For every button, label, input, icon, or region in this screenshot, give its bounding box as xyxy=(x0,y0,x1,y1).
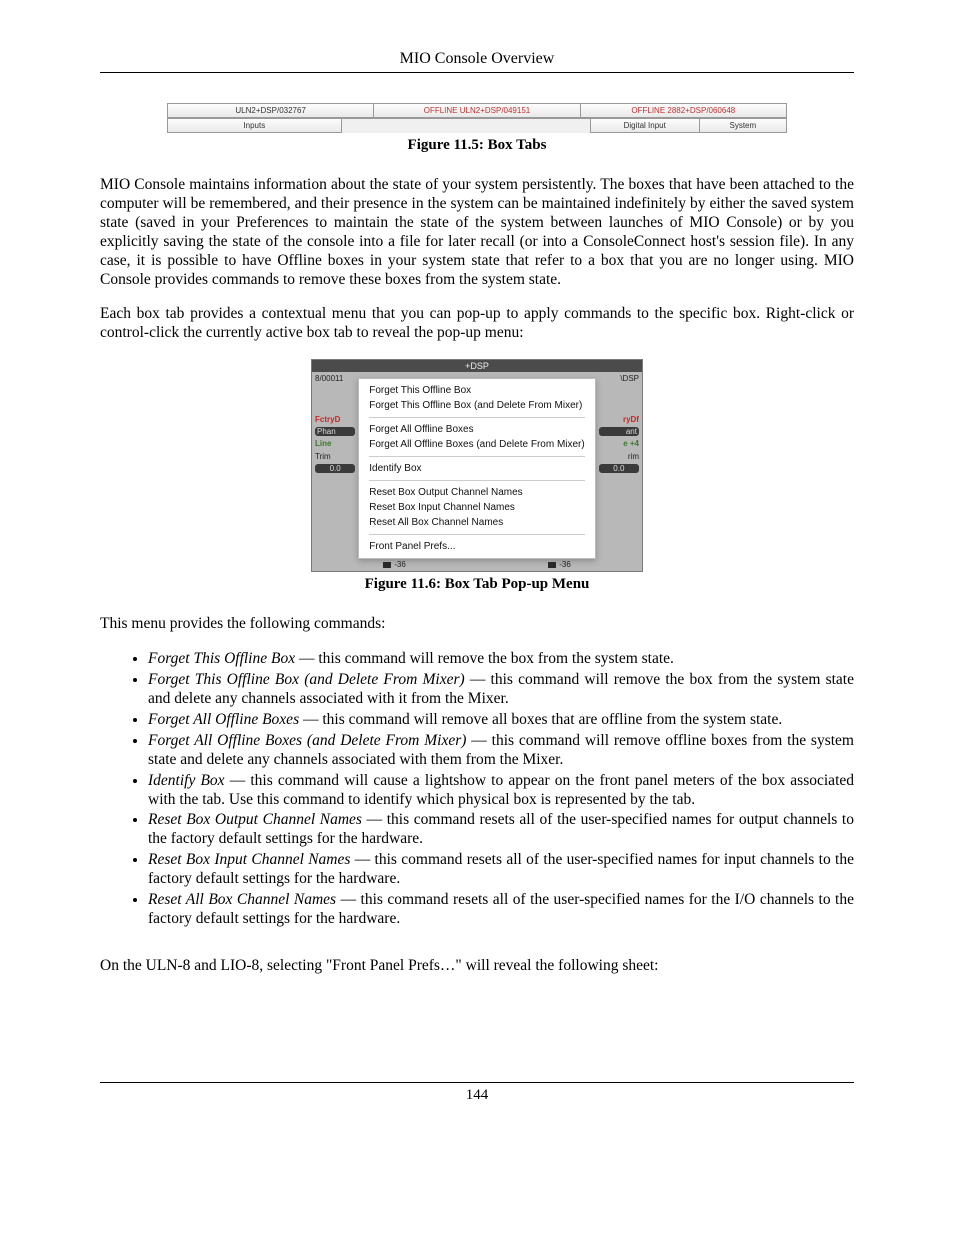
stub-dark: ant xyxy=(599,427,639,436)
paragraph: This menu provides the following command… xyxy=(100,615,854,634)
popup-window-title: +DSP xyxy=(312,360,642,372)
stub-red: ryDf xyxy=(596,413,642,426)
menu-item-forget-this-delete[interactable]: Forget This Offline Box (and Delete From… xyxy=(369,398,584,413)
popup-body: 8/00011 FctryD Phan Line Trim 0.0 Forget… xyxy=(312,372,642,559)
command-name: Forget All Offline Boxes (and Delete Fro… xyxy=(148,732,466,749)
command-desc: — this command will cause a lightshow to… xyxy=(148,772,854,808)
command-name: Forget All Offline Boxes xyxy=(148,711,299,728)
command-name: Identify Box xyxy=(148,772,225,789)
menu-separator xyxy=(369,534,584,535)
command-desc: — this command will remove all boxes tha… xyxy=(299,711,782,728)
menu-separator xyxy=(369,417,584,418)
list-item: Reset Box Input Channel Names — this com… xyxy=(148,851,854,889)
box-subtab[interactable]: System xyxy=(699,119,786,133)
command-name: Reset Box Output Channel Names xyxy=(148,811,362,828)
paragraph: MIO Console maintains information about … xyxy=(100,176,854,289)
menu-separator xyxy=(369,456,584,457)
list-item: Identify Box — this command will cause a… xyxy=(148,772,854,810)
menu-item-identify[interactable]: Identify Box xyxy=(369,461,584,476)
stub-dark: Phan xyxy=(315,427,355,436)
box-tab[interactable]: OFFLINE 2882+DSP/060648 xyxy=(580,104,786,118)
popup-bottom-right: -36 xyxy=(548,559,571,571)
stub-green: Line xyxy=(312,437,358,450)
command-list: Forget This Offline Box — this command w… xyxy=(100,650,854,929)
list-item: Reset All Box Channel Names — this comma… xyxy=(148,891,854,929)
command-name: Reset Box Input Channel Names xyxy=(148,851,350,868)
header-rule xyxy=(100,72,854,73)
list-item: Reset Box Output Channel Names — this co… xyxy=(148,811,854,849)
paragraph: Each box tab provides a contextual menu … xyxy=(100,305,854,343)
list-item: Forget All Offline Boxes (and Delete Fro… xyxy=(148,732,854,770)
figure-11-5: ULN2+DSP/032767 OFFLINE ULN2+DSP/049151 … xyxy=(167,103,787,133)
menu-item-reset-output[interactable]: Reset Box Output Channel Names xyxy=(369,485,584,500)
page-number: 144 xyxy=(100,1087,854,1104)
popup-bottom-left: -36 xyxy=(383,559,406,571)
list-item: Forget This Offline Box — this command w… xyxy=(148,650,854,669)
stub-green: e +4 xyxy=(596,437,642,450)
figure-11-5-caption: Figure 11.5: Box Tabs xyxy=(100,137,854,154)
context-menu: Forget This Offline Box Forget This Offl… xyxy=(358,378,595,559)
footer-rule xyxy=(100,1082,854,1083)
command-desc: — this command will remove the box from … xyxy=(295,650,674,667)
box-tab[interactable]: OFFLINE ULN2+DSP/049151 xyxy=(373,104,579,118)
popup-bottom: -36 -36 xyxy=(312,559,642,571)
box-tabs-row-2: Inputs Digital Input System xyxy=(167,118,787,133)
list-item: Forget All Offline Boxes — this command … xyxy=(148,711,854,730)
menu-item-forget-this[interactable]: Forget This Offline Box xyxy=(369,383,584,398)
popup-right-stubs: \DSP ryDf ant e +4 rim 0.0 xyxy=(596,372,642,559)
stub-id: 8/00011 xyxy=(312,372,358,385)
stub-val: 0.0 xyxy=(315,464,355,473)
menu-item-forget-all[interactable]: Forget All Offline Boxes xyxy=(369,422,584,437)
page: MIO Console Overview ULN2+DSP/032767 OFF… xyxy=(0,0,954,1134)
stub-dsp: \DSP xyxy=(596,372,642,385)
stub-val: 0.0 xyxy=(599,464,639,473)
stub-red: FctryD xyxy=(312,413,358,426)
paragraph: On the ULN-8 and LIO-8, selecting "Front… xyxy=(100,957,854,976)
figure-11-6: +DSP 8/00011 FctryD Phan Line Trim 0.0 F… xyxy=(311,359,643,572)
box-tab[interactable]: ULN2+DSP/032767 xyxy=(167,104,373,118)
box-subtab-spacer xyxy=(341,119,590,133)
list-item: Forget This Offline Box (and Delete From… xyxy=(148,671,854,709)
stub-trim: rim xyxy=(596,450,642,463)
box-subtab[interactable]: Digital Input xyxy=(590,119,699,133)
running-head: MIO Console Overview xyxy=(100,50,854,68)
popup-left-stubs: 8/00011 FctryD Phan Line Trim 0.0 xyxy=(312,372,358,559)
command-name: Forget This Offline Box (and Delete From… xyxy=(148,671,465,688)
menu-item-front-panel-prefs[interactable]: Front Panel Prefs... xyxy=(369,539,584,554)
figure-11-6-caption: Figure 11.6: Box Tab Pop-up Menu xyxy=(100,576,854,593)
menu-item-reset-all[interactable]: Reset All Box Channel Names xyxy=(369,515,584,530)
stub-trim: Trim xyxy=(312,450,358,463)
command-name: Reset All Box Channel Names xyxy=(148,891,336,908)
menu-separator xyxy=(369,480,584,481)
menu-item-forget-all-delete[interactable]: Forget All Offline Boxes (and Delete Fro… xyxy=(369,437,584,452)
command-name: Forget This Offline Box xyxy=(148,650,295,667)
box-subtab[interactable]: Inputs xyxy=(167,119,341,133)
popup-window: +DSP 8/00011 FctryD Phan Line Trim 0.0 F… xyxy=(311,359,643,572)
box-tabs-row-1: ULN2+DSP/032767 OFFLINE ULN2+DSP/049151 … xyxy=(167,103,787,118)
menu-item-reset-input[interactable]: Reset Box Input Channel Names xyxy=(369,500,584,515)
